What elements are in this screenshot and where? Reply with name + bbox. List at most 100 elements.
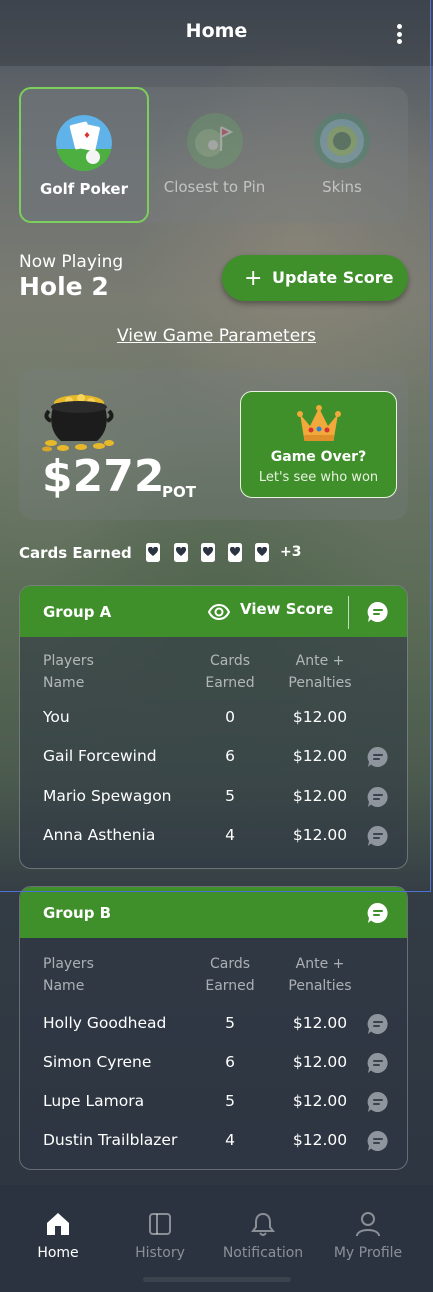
group-chat-icon[interactable]: [367, 902, 389, 924]
nav-label: My Profile: [333, 1245, 403, 1261]
ante-value: $12.00: [292, 747, 348, 765]
now-playing-label: Now Playing: [19, 252, 124, 272]
nav-notification[interactable]: Notification: [213, 1211, 313, 1271]
divider: [348, 596, 349, 629]
table-row: Holly Goodhead 5 $12.00: [20, 1013, 407, 1038]
player-name: Mario Spewagon: [43, 787, 172, 805]
cards-earned-more-count: +3: [280, 544, 302, 560]
table-row: Simon Cyrene 6 $12.00: [20, 1052, 407, 1077]
playing-card-icon: [174, 543, 188, 562]
divider: [430, 0, 431, 892]
cards-earned-value: 5: [225, 1092, 235, 1110]
playing-card-icon: [228, 543, 242, 562]
player-name: Holly Goodhead: [43, 1014, 167, 1032]
more-options-icon[interactable]: [397, 24, 403, 44]
closest-to-pin-icon: [186, 113, 243, 169]
pot-amount: $272: [42, 451, 165, 502]
group-chat-icon[interactable]: [367, 601, 389, 623]
group-name: Group A: [43, 603, 112, 621]
game-type-selector: Golf Poker Closest to Pin Skins: [19, 87, 408, 223]
table-row: You 0 $12.00: [20, 708, 407, 732]
bell-icon: [250, 1211, 276, 1237]
message-icon[interactable]: [367, 746, 389, 768]
header-ante-penalties: Ante + Penalties: [288, 653, 352, 691]
ante-value: $12.00: [292, 826, 348, 844]
update-score-label: Update Score: [272, 268, 394, 287]
bottom-nav: Home History Notification My Profile: [0, 1185, 433, 1292]
divider: [0, 891, 431, 892]
player-name: Anna Asthenia: [43, 826, 156, 844]
user-icon: [355, 1211, 381, 1237]
nav-label: History: [135, 1245, 185, 1261]
skins-icon: [314, 113, 370, 169]
golf-poker-icon: [56, 115, 112, 171]
ante-value: $12.00: [292, 787, 348, 805]
history-icon: [147, 1211, 173, 1237]
table-row: Gail Forcewind 6 $12.00: [20, 746, 407, 771]
cards-earned-value: 5: [225, 787, 235, 805]
playing-card-icon: [255, 543, 269, 562]
playing-card-icon: [146, 543, 160, 562]
game-over-button[interactable]: Game Over? Let's see who won: [240, 391, 397, 498]
message-icon[interactable]: [367, 1130, 389, 1152]
message-icon[interactable]: [367, 1052, 389, 1074]
pot-card: $272 POT Game Over? Let's see who won: [19, 369, 408, 520]
view-game-parameters-link[interactable]: View Game Parameters: [117, 326, 316, 346]
message-icon[interactable]: [367, 825, 389, 847]
ante-value: $12.00: [292, 1014, 348, 1032]
home-indicator: [143, 1277, 291, 1282]
group-header: Group A View Score: [20, 586, 407, 637]
header-ante-penalties: Ante + Penalties: [288, 956, 352, 994]
gold-pot-icon: [41, 389, 115, 453]
nav-history[interactable]: History: [110, 1211, 210, 1271]
ante-value: $12.00: [292, 1092, 348, 1110]
nav-label: Notification: [222, 1245, 304, 1261]
nav-home[interactable]: Home: [8, 1211, 108, 1271]
player-name: Gail Forcewind: [43, 747, 157, 765]
player-name: You: [43, 708, 70, 726]
tab-label: Closest to Pin: [163, 178, 266, 196]
cards-earned-value: 4: [225, 1131, 235, 1149]
cards-earned-value: 5: [225, 1014, 235, 1032]
group-card-b: Group B Players Name Cards Earned Ante + Pe…: [19, 886, 408, 1170]
ante-value: $12.00: [292, 1053, 348, 1071]
nav-label: Home: [37, 1245, 79, 1261]
cards-earned-value: 6: [225, 1053, 235, 1071]
playing-card-icon: [201, 543, 215, 562]
table-row: Anna Asthenia 4 $12.00: [20, 825, 407, 850]
tab-skins[interactable]: Skins: [281, 87, 403, 223]
current-hole: Hole 2: [19, 272, 109, 301]
cards-earned-value: 0: [225, 708, 235, 726]
update-score-button[interactable]: + Update Score: [222, 255, 408, 301]
cards-earned-label: Cards Earned: [19, 544, 132, 562]
group-card-a: Group A View Score Players Name Cards Earn…: [19, 585, 408, 869]
game-over-subtitle: Let's see who won: [258, 470, 379, 485]
ante-value: $12.00: [292, 1131, 348, 1149]
message-icon[interactable]: [367, 1091, 389, 1113]
message-icon[interactable]: [367, 1013, 389, 1035]
table-row: Mario Spewagon 5 $12.00: [20, 786, 407, 811]
tab-label: Skins: [322, 178, 362, 196]
tab-closest-to-pin[interactable]: Closest to Pin: [152, 87, 277, 223]
tab-golf-poker[interactable]: Golf Poker: [19, 87, 149, 223]
header-cards-earned: Cards Earned: [205, 956, 255, 994]
tab-label: Golf Poker: [40, 180, 128, 198]
view-score-button[interactable]: View Score: [240, 600, 333, 618]
ante-value: $12.00: [292, 708, 348, 726]
header-players-name: Players Name: [43, 653, 94, 691]
header-cards-earned: Cards Earned: [205, 653, 255, 691]
header-players-name: Players Name: [43, 956, 94, 994]
page-title: Home: [185, 20, 248, 42]
player-name: Dustin Trailblazer: [43, 1131, 178, 1149]
eye-icon[interactable]: [207, 601, 231, 627]
table-row: Lupe Lamora 5 $12.00: [20, 1091, 407, 1116]
message-icon[interactable]: [367, 786, 389, 808]
plus-icon: +: [244, 266, 263, 291]
table-row: Dustin Trailblazer 4 $12.00: [20, 1130, 407, 1155]
group-header: Group B: [20, 887, 407, 938]
cards-earned-value: 4: [225, 826, 235, 844]
nav-my-profile[interactable]: My Profile: [318, 1211, 418, 1271]
app-header: Home: [0, 0, 433, 66]
pot-label: POT: [162, 483, 196, 501]
player-name: Simon Cyrene: [43, 1053, 152, 1071]
